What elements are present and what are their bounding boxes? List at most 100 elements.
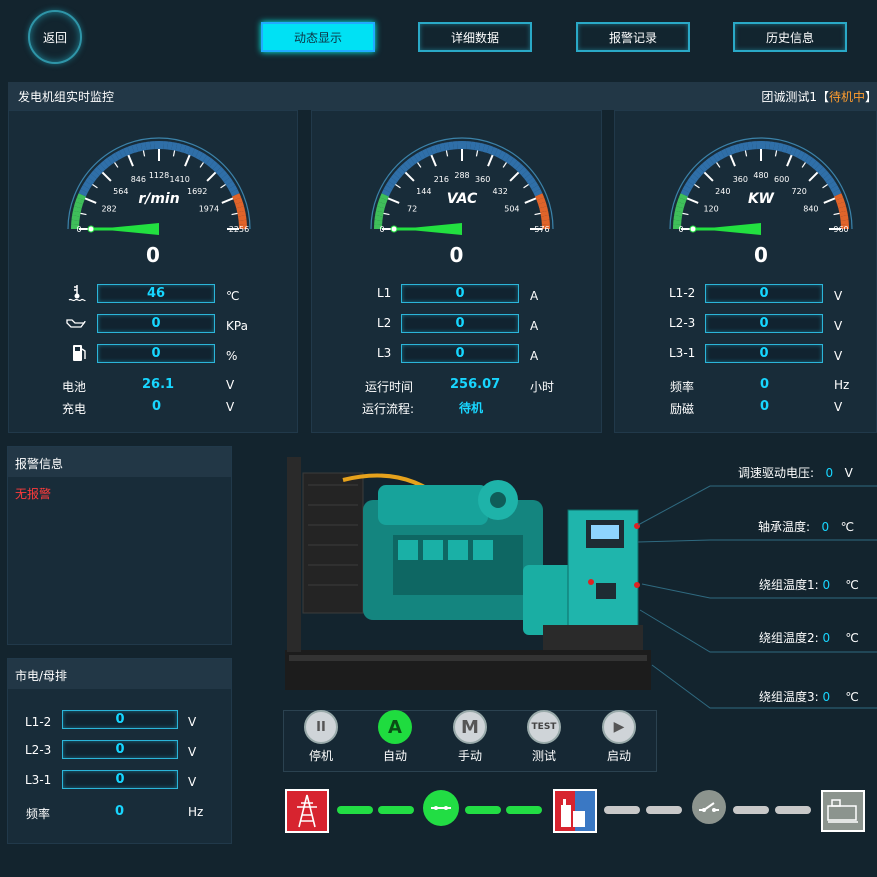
gauge-tick-label: 360 <box>733 175 748 184</box>
gauge-tick <box>206 171 217 182</box>
gauge-tick <box>524 197 537 204</box>
gauge-tick <box>786 154 793 167</box>
mains-breaker-closed-icon[interactable] <box>423 790 459 826</box>
coolant-temp-unit: ℃ <box>226 289 240 303</box>
callout-lines <box>637 485 877 709</box>
l1-current-field: 0 <box>401 284 519 303</box>
l31-voltage-field: 0 <box>705 344 823 363</box>
gauge-tick <box>523 184 529 189</box>
gauge-tick <box>686 197 699 204</box>
gauge-tick-label: 0 <box>379 225 384 234</box>
back-button[interactable]: 返回 <box>28 10 82 64</box>
oil-pressure-unit: KPa <box>226 319 248 333</box>
coolant-temp-icon <box>67 283 87 306</box>
current-panel: 0 72 144 216 288 360 432 504 576 VAC 0 L1 0 A L2 … <box>311 110 602 433</box>
gauge-tick-label: 288 <box>454 171 469 180</box>
fuel-level-unit: % <box>226 349 238 363</box>
tab-dynamic-display[interactable]: 动态显示 <box>261 22 375 52</box>
governor-voltage-label: 调速驱动电压: <box>738 466 815 480</box>
gauge-needle-pivot <box>689 225 697 233</box>
charge-label: 充电 <box>62 402 87 416</box>
l12-label: L1-2 <box>669 286 696 300</box>
mains-l12-unit: V <box>188 715 197 729</box>
gauge-tick <box>833 212 840 216</box>
gauge-tick-label: 840 <box>803 204 818 213</box>
gauge-tick <box>231 212 238 216</box>
winding-temp2-unit: ℃ <box>845 631 859 645</box>
gauge-tick <box>172 150 176 157</box>
alarm-panel: 报警信息 无报警 <box>7 446 232 645</box>
mains-l12-label: L1-2 <box>25 715 52 729</box>
generator-breaker-open-icon[interactable] <box>692 790 726 824</box>
monitor-header: 发电机组实时监控 团诚测试1【待机中】 <box>8 82 877 110</box>
winding-temp3-callout: 绕组温度3: 0 ℃ <box>759 688 859 705</box>
test-control[interactable]: TEST 测试 <box>516 710 572 764</box>
gauge-tick <box>383 212 390 216</box>
runtime-value: 256.07 <box>450 377 501 392</box>
battery-label: 电池 <box>62 380 87 394</box>
mains-frequency-label: 频率 <box>26 807 51 821</box>
gauge-tick <box>404 171 415 182</box>
flow-segment <box>337 806 373 814</box>
winding-temp1-label: 绕组温度1: <box>759 578 819 592</box>
rpm-value: 0 <box>146 243 160 267</box>
gauge-tick-label: 1974 <box>199 204 219 213</box>
gauge-tick <box>101 171 112 182</box>
gauge-arc-segment <box>761 141 766 150</box>
gauge-tick <box>221 197 234 204</box>
gauge-needle-pivot <box>87 225 95 233</box>
gauge-arc-segment <box>462 141 467 150</box>
gauge-tick-label: 576 <box>534 225 549 234</box>
mains-l23-field: 0 <box>62 740 178 759</box>
oil-pressure-icon <box>65 315 87 332</box>
tab-history[interactable]: 历史信息 <box>733 22 847 52</box>
excitation-label: 励磁 <box>670 402 695 416</box>
mains-panel: 市电/母排 L1-2 0 V L2-3 0 V L3-1 0 V 频率 0 Hz <box>7 658 232 844</box>
gauge-tick-label: 144 <box>416 187 431 196</box>
gauge-arc-segment <box>154 141 159 150</box>
winding-temp2-value: 0 <box>822 631 831 645</box>
gauge-tick <box>822 184 828 189</box>
l3-label: L3 <box>377 346 392 360</box>
gauge-tick <box>184 154 191 167</box>
auto-control[interactable]: A 自动 <box>367 710 423 764</box>
winding-temp1-callout: 绕组温度1: 0 ℃ <box>759 576 859 593</box>
winding-temp3-unit: ℃ <box>845 690 859 704</box>
winding-temp3-label: 绕组温度3: <box>759 690 819 704</box>
excitation-value: 0 <box>760 399 770 414</box>
gauge-arc-segment <box>149 141 155 150</box>
frequency-unit: Hz <box>834 378 850 392</box>
mains-l31-label: L3-1 <box>25 773 52 787</box>
voltage-value: 0 <box>449 243 464 267</box>
l3-current-unit: A <box>530 349 539 363</box>
gauge-tick <box>475 150 479 157</box>
start-control[interactable]: ▶ 启动 <box>591 710 647 764</box>
gauge-tick-label: 1128 <box>149 171 169 180</box>
gauge-tick-label: 240 <box>715 187 730 196</box>
tab-detail-data[interactable]: 详细数据 <box>418 22 532 52</box>
gauge-unit-label: VAC <box>447 191 478 207</box>
manual-control[interactable]: M 手动 <box>442 710 498 764</box>
generator-icon <box>821 790 865 832</box>
coolant-temp-field: 46 <box>97 284 215 303</box>
battery-unit: V <box>226 378 235 392</box>
mains-l31-unit: V <box>188 775 197 789</box>
auto-label: 自动 <box>382 749 407 763</box>
gauge-unit-label: KW <box>748 191 774 207</box>
gauge-tick <box>729 154 736 167</box>
winding-temp2-label: 绕组温度2: <box>759 631 819 645</box>
monitor-title: 发电机组实时监控 <box>18 90 115 104</box>
tab-alarm-records[interactable]: 报警记录 <box>576 22 690 52</box>
gauge-tick <box>395 184 401 189</box>
winding-temp2-callout: 绕组温度2: 0 ℃ <box>759 629 859 646</box>
gauge-tick <box>387 197 400 204</box>
stop-control[interactable]: II 停机 <box>293 710 349 764</box>
flow-segment <box>378 806 414 814</box>
gauge-tick-label: 0 <box>678 225 683 234</box>
gauge-arc-segment <box>452 141 458 150</box>
gauge-tick <box>534 212 541 216</box>
flow-segment <box>733 806 769 814</box>
mains-title: 市电/母排 <box>8 659 231 689</box>
l12-voltage-unit: V <box>834 289 843 303</box>
gauge-tick <box>199 162 204 168</box>
